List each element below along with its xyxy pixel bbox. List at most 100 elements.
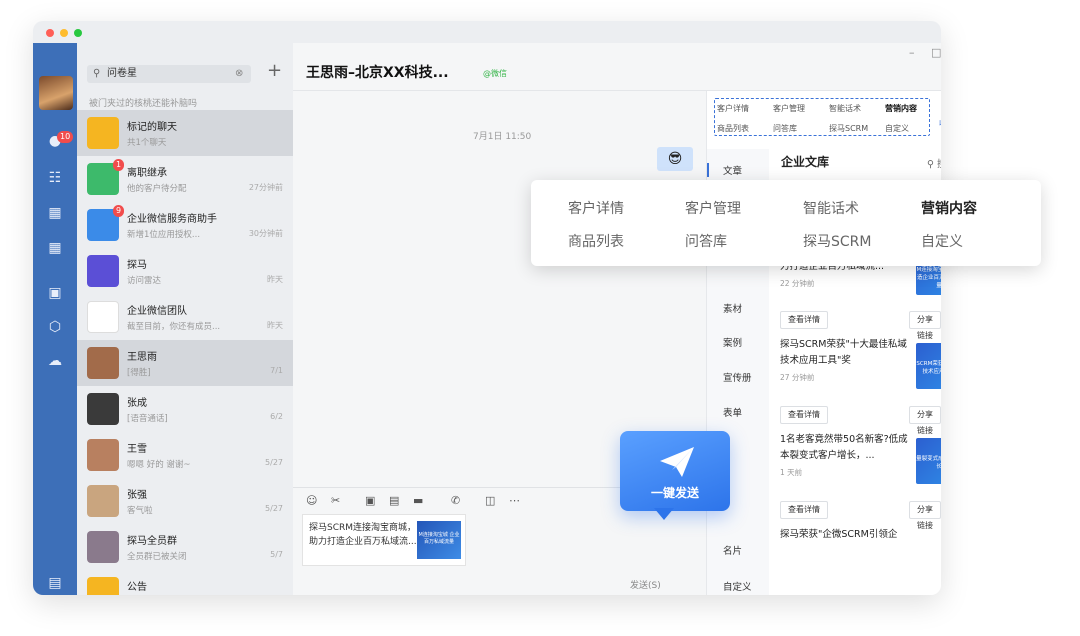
sidebar-tool-panel: 客户详情客户管理智能话术营销内容商品列表问答库探马SCRM自定义 收起 文章素材… [706, 91, 941, 595]
chat-name: 王雪 [127, 444, 147, 455]
article-title: 1名老客竟然带50名新客?低成本裂变式客户增长，... [780, 434, 908, 461]
chat-preview: [语音通话] [127, 414, 168, 424]
chat-list-item[interactable]: 标记的聊天 共1个聊天 [77, 110, 293, 156]
article-thumbnail: 量裂变式成本 户增长 [916, 438, 941, 484]
category-item[interactable]: 名片 [723, 543, 742, 557]
library-search-button[interactable]: ⚲ 搜索 [927, 156, 941, 170]
panel-tab[interactable]: 探马SCRM [829, 123, 868, 134]
search-input[interactable]: 问卷星 [87, 65, 251, 83]
doc-app-icon[interactable]: ▣ [45, 283, 65, 303]
chat-preview: 截至目前，你还有成员... [127, 322, 221, 332]
chat-area: 王思雨–北京XX科技... @微信 – □ ☻ 7月1日 11:50 😎 ☺ ✂… [293, 43, 941, 595]
cloud-icon[interactable]: ☁ [45, 351, 65, 371]
scissors-icon[interactable]: ✂ [331, 494, 340, 507]
panel-tab[interactable]: 商品列表 [717, 123, 749, 134]
chat-list-item[interactable]: 探马全员群 全员群已被关闭 5/7 [77, 524, 293, 570]
share-link-button[interactable]: 分享链接 [909, 501, 941, 530]
category-item[interactable]: 素材 [723, 301, 742, 315]
panel-tab[interactable]: 自定义 [885, 123, 909, 134]
title-bar [33, 21, 941, 43]
message-timestamp: 7月1日 11:50 [473, 132, 532, 142]
signature-hint: 被门夹过的核桃还能补脑吗 [89, 99, 198, 109]
one-click-send-button[interactable]: 一键发送 [620, 431, 730, 511]
panel-tab[interactable]: 问答库 [773, 123, 797, 134]
send-label[interactable]: 发送(S) [630, 578, 661, 591]
panel-tab[interactable]: 营销内容 [885, 103, 917, 114]
chat-name: 企业微信团队 [127, 306, 187, 317]
category-item[interactable]: 表单 [723, 405, 742, 419]
chat-list-item[interactable]: 王雪 嗯嗯 好的 谢谢~ 5/27 [77, 432, 293, 478]
chat-list-item[interactable]: 张强 客气啦 5/27 [77, 478, 293, 524]
category-item[interactable]: 案例 [723, 335, 742, 349]
my-avatar[interactable] [39, 76, 73, 110]
panel-tab[interactable]: 客户详情 [717, 103, 749, 114]
add-icon[interactable]: + [267, 60, 282, 81]
chat-list-item[interactable]: 公告 [77, 570, 293, 595]
zoom-tab: 自定义 [921, 234, 963, 250]
chat-name: 张强 [127, 490, 147, 501]
chat-name: 企业微信服务商助手 [127, 214, 217, 225]
notes-icon[interactable]: ▤ [45, 573, 65, 593]
chat-list-item[interactable]: 1 离职继承 他的客户待分配 27分钟前 [77, 156, 293, 202]
zoom-tab: 商品列表 [568, 234, 624, 250]
minimize-window-button[interactable] [60, 29, 68, 37]
article-item[interactable]: 1名老客竟然带50名新客?低成本裂变式客户增长，... 1 天前 量裂变式成本 … [780, 432, 941, 484]
panel-tab[interactable]: 智能话术 [829, 103, 861, 114]
chat-time: 昨天 [267, 275, 283, 284]
zoom-tab: 营销内容 [921, 201, 977, 217]
category-item[interactable]: 宣传册 [723, 370, 752, 384]
emoji-icon[interactable]: ☺ [306, 494, 317, 507]
clear-search-icon[interactable]: ⊗ [235, 68, 243, 79]
draft-article-card[interactable]: 探马SCRM连接淘宝商城，助力打造企业百万私域流... M连接淘宝城 企业百万私… [302, 514, 466, 566]
send-button-tail [654, 508, 674, 520]
category-active-marker [707, 163, 709, 177]
chat-list-pane: 问卷星 ⚲ ⊗ + 被门夹过的核桃还能补脑吗 标记的聊天 共1个聊天 1 离职继… [77, 43, 293, 595]
close-window-button[interactable] [46, 29, 54, 37]
image-icon[interactable]: ▣ [365, 494, 375, 507]
view-details-button[interactable]: 查看详情 [780, 311, 828, 329]
apps-grid-icon[interactable]: ▦ [45, 238, 65, 258]
chat-name: 公告 [127, 582, 147, 593]
minimize-icon[interactable]: – [909, 46, 915, 59]
chat-time: 昨天 [267, 321, 283, 330]
cube-icon[interactable]: ⬡ [45, 317, 65, 337]
chat-list-item[interactable]: 张成 [语音通话] 6/2 [77, 386, 293, 432]
chat-name: 探马全员群 [127, 536, 177, 547]
view-details-button[interactable]: 查看详情 [780, 501, 828, 519]
panel-tab[interactable]: 客户管理 [773, 103, 805, 114]
org-chart-icon[interactable]: ☷ [45, 168, 65, 188]
app-window: ● 10 ☷ ▦ ▦ ▣ ⬡ ☁ ▤ ☰ 问卷星 ⚲ ⊗ + 被门夹过的核桃还能… [33, 21, 941, 595]
unread-badge: 1 [113, 159, 125, 171]
more-icon[interactable]: ⋯ [509, 494, 520, 507]
draft-card-thumbnail: M连接淘宝城 企业百万私域流量 [417, 521, 461, 559]
collapse-button[interactable]: 收起 [939, 118, 941, 129]
group-avatar [87, 531, 119, 563]
view-details-button[interactable]: 查看详情 [780, 406, 828, 424]
zoom-tab: 客户详情 [568, 201, 624, 217]
category-item[interactable]: 文章 [723, 163, 742, 177]
share-link-button[interactable]: 分享链接 [909, 406, 941, 435]
folder-icon[interactable]: ▬ [413, 494, 423, 507]
maximize-window-button[interactable] [74, 29, 82, 37]
chat-list-item[interactable]: 探马 访问雷达 昨天 [77, 248, 293, 294]
horse-icon [87, 255, 119, 287]
calendar-icon[interactable]: ▦ [45, 203, 65, 223]
article-item[interactable]: 探马SCRM荣获"十大最佳私域技术应用工具"奖 27 分钟前 SCRM荣获 佳私… [780, 337, 941, 389]
shield-icon[interactable]: ◫ [485, 494, 495, 507]
maximize-icon[interactable]: □ [931, 46, 941, 59]
phone-icon[interactable]: ✆ [451, 494, 460, 507]
chat-list-item[interactable]: 9 企业微信服务商助手 新增1位应用授权... 30分钟前 [77, 202, 293, 248]
chat-preview: 新增1位应用授权... [127, 230, 201, 240]
chat-list-item[interactable]: 王思雨 [得胜] 7/1 [77, 340, 293, 386]
chat-title: 王思雨–北京XX科技... [306, 65, 449, 81]
word-doc-icon[interactable]: ▤ [389, 494, 399, 507]
person-avatar [87, 439, 119, 471]
chat-list-item[interactable]: 企业微信团队 截至目前，你还有成员... 昨天 [77, 294, 293, 340]
zoom-tab: 探马SCRM [803, 234, 872, 250]
category-item[interactable]: 自定义 [723, 579, 752, 593]
nav-rail: ● 10 ☷ ▦ ▦ ▣ ⬡ ☁ ▤ ☰ [33, 43, 77, 595]
share-link-button[interactable]: 分享链接 [909, 311, 941, 340]
chat-time: 5/7 [270, 550, 283, 559]
chat-time: 5/27 [265, 458, 283, 467]
emoji-message[interactable]: 😎 [657, 147, 693, 171]
